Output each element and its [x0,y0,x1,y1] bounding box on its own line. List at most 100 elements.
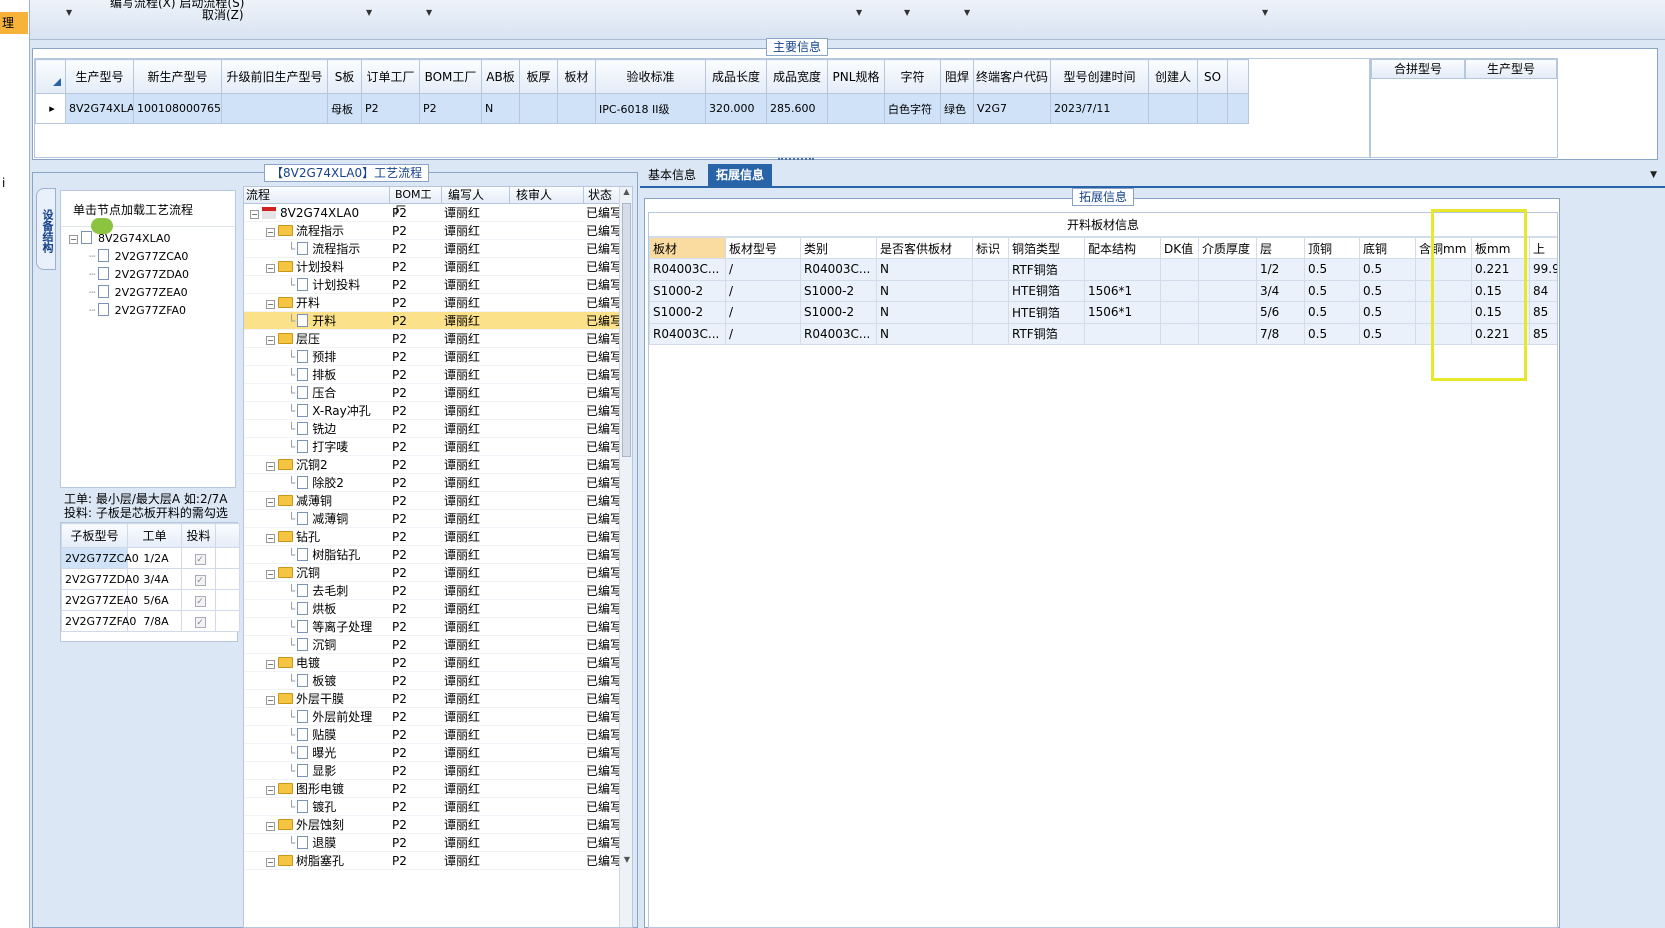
flow-row[interactable]: └ 打字唛 P2 谭丽红 已编写 [244,437,620,457]
flow-row[interactable]: − 沉铜 P2 谭丽红 已编写 [244,563,620,583]
material-col-header[interactable]: 顶铜 [1304,237,1360,259]
main-info-cell[interactable] [1148,93,1198,124]
main-info-cell[interactable]: V2G7 [973,93,1051,124]
material-cell[interactable]: N [876,322,973,345]
tree-child-node[interactable]: ┄ 2V2G77ZCA0 [69,248,235,266]
material-cell[interactable]: 1506*1 [1084,301,1161,324]
main-info-col-header[interactable]: PNL规格 [827,59,885,94]
flow-node-cell[interactable]: └ 减薄铜 [244,509,390,529]
material-cell[interactable] [972,279,1009,302]
material-cell[interactable]: 3/4 [1256,279,1305,302]
material-cell[interactable]: 0.5 [1304,279,1360,302]
main-info-col-header[interactable]: 新生产型号 [133,59,222,94]
collapse-icon[interactable]: − [266,786,275,796]
main-info-cell[interactable]: P2 [361,93,420,124]
material-cell[interactable]: N [876,279,973,302]
flow-col-header[interactable]: 流程 [244,187,390,203]
main-info-col-header[interactable]: 升级前旧生产型号 [221,59,328,94]
main-info-cell[interactable] [557,93,596,124]
material-col-header[interactable]: 板材 [649,237,726,259]
material-cell[interactable]: 0.5 [1359,258,1416,281]
main-info-cell[interactable]: 绿色 [940,93,974,124]
material-cell[interactable]: R04003C... [800,322,877,345]
material-cell[interactable]: 7/8 [1256,322,1305,345]
sub-board-feed-cell[interactable]: ✓ [181,589,216,611]
main-info-cell[interactable] [221,93,328,124]
flow-row[interactable]: └ 计划投料 P2 谭丽红 已编写 [244,275,620,295]
left-nav-selected-item[interactable]: 理 [0,12,28,34]
flow-row[interactable]: − 开料 P2 谭丽红 已编写 [244,293,620,313]
main-info-cell[interactable]: P2 [419,93,482,124]
flow-row[interactable]: └ 曝光 P2 谭丽红 已编写 [244,743,620,763]
chevron-down-icon[interactable]: ▼ [66,8,72,17]
collapse-icon[interactable]: − [266,462,275,472]
flow-node-cell[interactable]: └ 沉铜 [244,635,390,655]
material-cell[interactable]: 85 [1529,301,1557,324]
main-info-col-header[interactable]: 板厚 [519,59,558,94]
chevron-down-icon[interactable]: ▼ [426,8,432,17]
material-cell[interactable] [972,301,1009,324]
flow-row[interactable]: └ 等离子处理 P2 谭丽红 已编写 [244,617,620,637]
sub-board-feed-cell[interactable]: ✓ [181,568,216,590]
material-cell[interactable] [1160,258,1199,281]
material-cell[interactable] [1084,322,1161,345]
material-row[interactable]: R04003C... / R04003C... N RTF铜箔 7/8 0.5 0.5 0.22… [649,322,1557,345]
flow-row[interactable]: └ 排板 P2 谭丽红 已编写 [244,365,620,385]
material-cell[interactable]: 0.5 [1359,322,1416,345]
flow-node-cell[interactable]: └ 排板 [244,365,390,385]
flow-node-cell[interactable]: └ 曝光 [244,743,390,763]
flow-row[interactable]: − 沉铜2 P2 谭丽红 已编写 [244,455,620,475]
tree-child-node[interactable]: ┄ 2V2G77ZDA0 [69,266,235,284]
main-info-cell[interactable]: IPC-6018 II级 [595,93,706,124]
sub-board-feed-cell[interactable]: ✓ [181,547,216,569]
sub-board-row[interactable]: 2V2G77ZFA0 7/8A ✓ [61,610,240,632]
flow-node-cell[interactable]: − 电镀 [244,653,390,673]
flow-row[interactable]: − 流程指示 P2 谭丽红 已编写 [244,221,620,241]
flow-row[interactable]: − 层压 P2 谭丽红 已编写 [244,329,620,349]
flow-row[interactable]: └ 镀孔 P2 谭丽红 已编写 [244,797,620,817]
flow-node-cell[interactable]: └ 退膜 [244,833,390,853]
main-info-col-header[interactable]: 验收标准 [595,59,706,94]
flow-node-cell[interactable]: └ 流程指示 [244,239,390,259]
flow-node-cell[interactable]: └ X-Ray冲孔 [244,401,390,421]
material-cell[interactable]: 0.5 [1359,301,1416,324]
chevron-down-icon[interactable]: ▼ [366,8,372,17]
tree-child-node[interactable]: ┄ 2V2G77ZFA0 [69,302,235,320]
main-info-col-header[interactable]: 终端客户代码 [973,59,1051,94]
status-col-header[interactable]: 状态 [584,187,620,203]
dropdown-arrow-icon[interactable]: ▼ [1650,170,1657,180]
collapse-icon[interactable]: − [266,696,275,706]
flow-row[interactable]: − 钻孔 P2 谭丽红 已编写 [244,527,620,547]
material-col-header[interactable]: 铜箔类型 [1008,237,1085,259]
flow-node-cell[interactable]: └ 显影 [244,761,390,781]
flow-node-cell[interactable]: └ 外层前处理 [244,707,390,727]
collapse-icon[interactable]: − [266,264,275,274]
material-col-header[interactable]: 层 [1256,237,1305,259]
flow-row[interactable]: └ 退膜 P2 谭丽红 已编写 [244,833,620,853]
material-row[interactable]: R04003C... / R04003C... N RTF铜箔 1/2 0.5 0.5 0.22… [649,258,1557,281]
tree-child-node[interactable]: ┄ 2V2G77ZEA0 [69,284,235,302]
flow-node-cell[interactable]: − 沉铜2 [244,455,390,475]
material-cell[interactable] [1160,322,1199,345]
material-cell[interactable] [972,258,1009,281]
main-info-col-header[interactable]: AB板 [481,59,520,94]
material-col-header[interactable]: 上 [1529,237,1557,259]
material-cell[interactable] [1198,322,1257,345]
material-col-header[interactable]: 底铜 [1359,237,1416,259]
flow-node-cell[interactable]: └ 烘板 [244,599,390,619]
collapse-icon[interactable]: − [266,570,275,580]
flow-row[interactable]: − 减薄铜 P2 谭丽红 已编写 [244,491,620,511]
flow-node-cell[interactable]: └ 板镀 [244,671,390,691]
material-col-header[interactable]: DK值 [1160,237,1199,259]
material-cell[interactable]: 84 [1529,279,1557,302]
material-cell[interactable]: 0.5 [1304,258,1360,281]
flow-node-cell[interactable]: − 开料 [244,293,390,313]
material-cell[interactable]: / [725,301,801,324]
flow-row[interactable]: └ 树脂钻孔 P2 谭丽红 已编写 [244,545,620,565]
flow-node-cell[interactable]: − 计划投料 [244,257,390,277]
flow-row[interactable]: − 8V2G74XLA0 P2 谭丽红 已编写 [244,204,620,223]
material-cell[interactable] [1160,279,1199,302]
flow-node-cell[interactable]: − 外层干膜 [244,689,390,709]
main-info-cell[interactable]: 2023/7/11 [1050,93,1149,124]
collapse-icon[interactable]: − [266,660,275,670]
